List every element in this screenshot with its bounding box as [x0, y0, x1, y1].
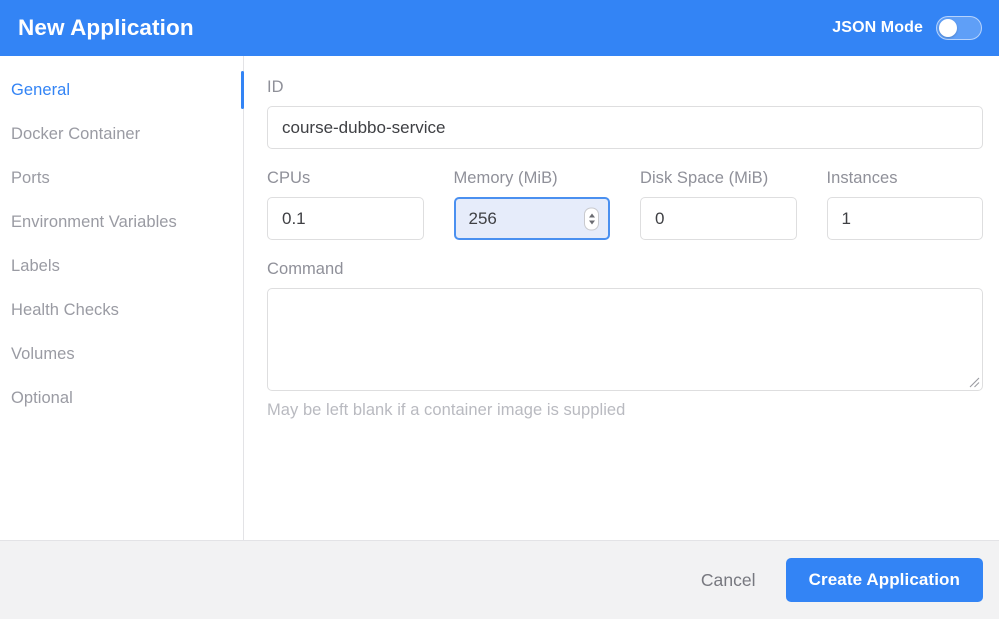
cpus-input-wrap — [267, 197, 424, 240]
id-label: ID — [267, 78, 284, 96]
sidebar-item-label: Docker Container — [11, 124, 141, 143]
json-mode-control[interactable]: JSON Mode — [832, 16, 982, 40]
cpus-label: CPUs — [267, 169, 311, 187]
sidebar-item-label: Health Checks — [11, 300, 119, 319]
disk-space-input-wrap — [640, 197, 797, 240]
command-field-group: Command May be left blank if a container… — [267, 260, 983, 420]
sidebar-item-labels[interactable]: Labels — [0, 244, 243, 288]
instances-input[interactable] — [826, 197, 983, 240]
sidebar-item-label: Volumes — [11, 344, 75, 363]
sidebar-item-label: Labels — [11, 256, 60, 275]
sidebar-item-label: Ports — [11, 168, 50, 187]
id-input[interactable] — [267, 106, 983, 149]
disk-space-label: Disk Space (MiB) — [640, 169, 769, 187]
memory-stepper[interactable] — [584, 207, 599, 230]
disk-space-field-group: Disk Space (MiB) — [640, 169, 797, 240]
memory-input-wrap — [453, 197, 610, 240]
sidebar-item-label: General — [11, 80, 71, 99]
cancel-button[interactable]: Cancel — [697, 562, 760, 599]
json-mode-label: JSON Mode — [832, 19, 923, 36]
command-helper-text: May be left blank if a container image i… — [267, 401, 626, 419]
chevron-down-icon[interactable] — [588, 220, 595, 224]
form-content: ID CPUs Memory (MiB) — [244, 56, 999, 540]
sidebar-item-ports[interactable]: Ports — [0, 156, 243, 200]
sidebar-item-volumes[interactable]: Volumes — [0, 332, 243, 376]
active-indicator — [241, 71, 244, 109]
sidebar-item-environment-variables[interactable]: Environment Variables — [0, 200, 243, 244]
sidebar-item-optional[interactable]: Optional — [0, 376, 243, 420]
chevron-up-icon[interactable] — [588, 213, 595, 217]
sidebar-item-label: Optional — [11, 388, 73, 407]
command-textarea-wrap — [267, 288, 983, 391]
sidebar-item-label: Environment Variables — [11, 212, 177, 231]
id-field-group: ID — [267, 78, 983, 149]
create-application-button[interactable]: Create Application — [785, 558, 983, 602]
instances-field-group: Instances — [826, 169, 983, 240]
memory-label: Memory (MiB) — [453, 169, 558, 187]
dialog-footer: Cancel Create Application — [0, 540, 999, 619]
toggle-knob — [938, 18, 957, 37]
resources-row: CPUs Memory (MiB) — [267, 169, 983, 240]
page-title: New Application — [18, 14, 194, 40]
dialog-header: New Application JSON Mode — [0, 0, 999, 56]
sidebar-item-general[interactable]: General — [0, 68, 244, 112]
json-mode-toggle[interactable] — [936, 16, 982, 40]
command-label: Command — [267, 260, 344, 278]
command-textarea[interactable] — [267, 288, 983, 391]
instances-label: Instances — [826, 169, 898, 187]
instances-input-wrap — [826, 197, 983, 240]
sidebar-item-health-checks[interactable]: Health Checks — [0, 288, 243, 332]
dialog-body: General Docker Container Ports Environme… — [0, 56, 999, 540]
disk-space-input[interactable] — [640, 197, 797, 240]
cpus-field-group: CPUs — [267, 169, 424, 240]
memory-field-group: Memory (MiB) — [453, 169, 610, 240]
sidebar-item-docker-container[interactable]: Docker Container — [0, 112, 243, 156]
new-application-dialog: New Application JSON Mode General Docker… — [0, 0, 999, 619]
cpus-input[interactable] — [267, 197, 424, 240]
sidebar: General Docker Container Ports Environme… — [0, 56, 244, 540]
